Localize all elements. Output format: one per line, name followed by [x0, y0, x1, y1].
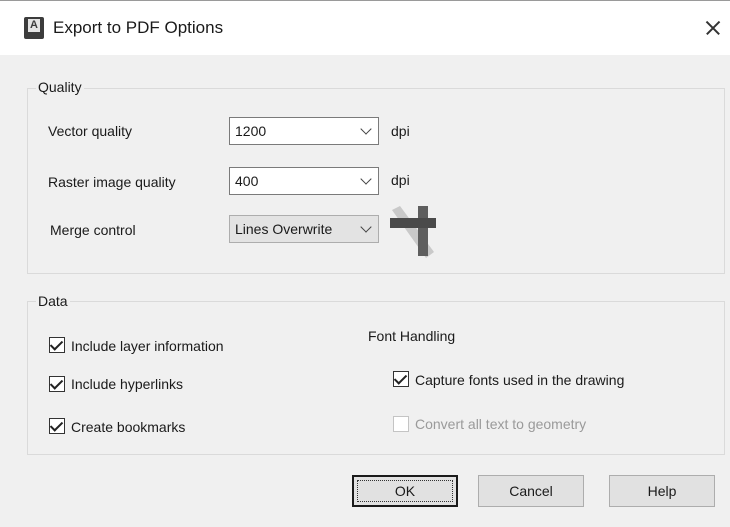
- chevron-down-icon: [360, 123, 372, 135]
- data-legend: Data: [36, 293, 70, 309]
- raster-quality-select[interactable]: 400: [229, 167, 379, 195]
- title-bar: A Export to PDF Options: [0, 0, 730, 55]
- include-hyperlinks-label[interactable]: Include hyperlinks: [71, 376, 183, 392]
- convert-text-checkbox: [393, 416, 409, 432]
- raster-quality-label: Raster image quality: [48, 174, 176, 190]
- checkmark-icon: [393, 371, 408, 385]
- create-bookmarks-label[interactable]: Create bookmarks: [71, 419, 185, 435]
- include-layer-label[interactable]: Include layer information: [71, 338, 224, 354]
- vector-quality-value: 1200: [235, 123, 267, 139]
- convert-text-label: Convert all text to geometry: [415, 416, 587, 432]
- checkmark-icon: [49, 376, 64, 390]
- vector-quality-select[interactable]: 1200: [229, 117, 379, 145]
- quality-legend: Quality: [36, 79, 84, 95]
- include-layer-checkbox[interactable]: [49, 337, 65, 353]
- chevron-down-icon: [360, 221, 372, 233]
- dialog-title: Export to PDF Options: [53, 18, 224, 37]
- help-button[interactable]: Help: [609, 475, 715, 507]
- raster-quality-unit: dpi: [391, 172, 410, 188]
- vector-quality-unit: dpi: [391, 123, 410, 139]
- autocad-icon: A: [24, 17, 44, 39]
- checkmark-icon: [49, 418, 64, 432]
- vector-quality-label: Vector quality: [48, 123, 133, 139]
- merge-control-value: Lines Overwrite: [235, 221, 333, 237]
- export-pdf-options-dialog: A Export to PDF Options Quality Vector q…: [0, 0, 730, 527]
- checkmark-icon: [49, 337, 64, 351]
- ok-button[interactable]: OK: [352, 475, 458, 507]
- merge-control-label: Merge control: [50, 222, 136, 238]
- merge-preview-icon: [390, 206, 436, 258]
- help-button-label: Help: [647, 483, 677, 499]
- font-handling-title: Font Handling: [368, 328, 456, 344]
- raster-quality-value: 400: [235, 173, 259, 189]
- create-bookmarks-checkbox[interactable]: [49, 418, 65, 434]
- include-hyperlinks-checkbox[interactable]: [49, 376, 65, 392]
- cancel-button-label: Cancel: [509, 483, 553, 499]
- capture-fonts-checkbox[interactable]: [393, 371, 409, 387]
- cancel-button[interactable]: Cancel: [478, 475, 584, 507]
- close-icon[interactable]: [698, 13, 728, 43]
- merge-control-select[interactable]: Lines Overwrite: [229, 215, 379, 243]
- chevron-down-icon: [360, 173, 372, 185]
- capture-fonts-label[interactable]: Capture fonts used in the drawing: [415, 372, 624, 388]
